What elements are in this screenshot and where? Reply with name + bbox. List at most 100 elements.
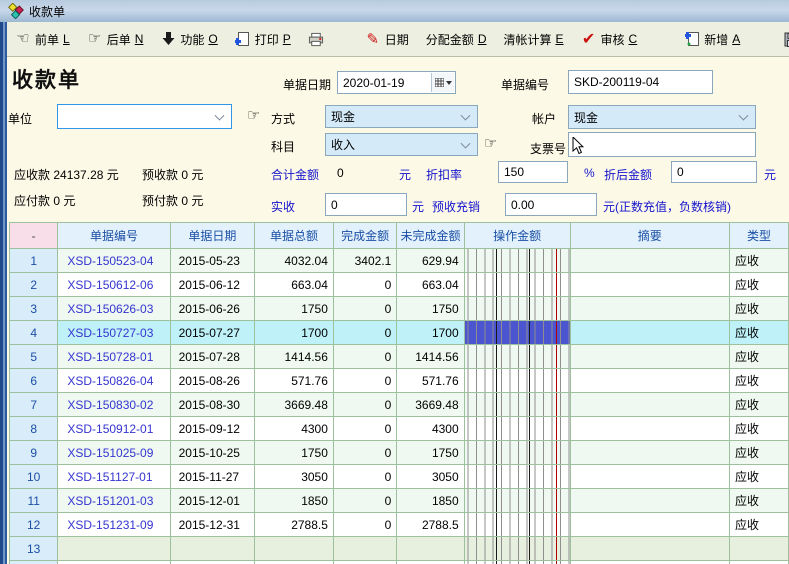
op-amount-cell[interactable]: [464, 345, 570, 369]
row-number-cell[interactable]: 5: [10, 345, 58, 369]
printer-button[interactable]: [308, 31, 328, 47]
op-amount-cell[interactable]: [464, 297, 570, 321]
table-row[interactable]: 1 XSD-150523-04 2015-05-23 4032.04 3402.…: [10, 249, 789, 273]
pre-offset-unit: 元(正数充值，负数核销): [603, 198, 731, 215]
picker-hand-icon-subject[interactable]: ☞: [484, 134, 497, 152]
doc-date-field[interactable]: 2020-01-19: [337, 71, 456, 94]
op-amount-cell[interactable]: [464, 369, 570, 393]
doc-total-cell: 571.76: [255, 369, 334, 393]
doc-no-link-cell[interactable]: XSD-151201-03: [58, 489, 170, 513]
memo-cell[interactable]: [570, 417, 730, 441]
table-row[interactable]: 11 XSD-151201-03 2015-12-01 1850 0 1850 …: [10, 489, 789, 513]
op-amount-cell[interactable]: [464, 561, 570, 564]
doc-total-cell: 4032.04: [255, 249, 334, 273]
op-amount-cell[interactable]: [464, 537, 570, 561]
doc-no-link-cell[interactable]: XSD-150626-03: [58, 297, 170, 321]
row-number-cell[interactable]: 2: [10, 273, 58, 297]
audit-button[interactable]: ✔ 审核C: [581, 31, 638, 48]
row-number-cell[interactable]: 9: [10, 441, 58, 465]
doc-no-link-cell[interactable]: XSD-150728-01: [58, 345, 170, 369]
subject-combo[interactable]: 收入: [325, 133, 478, 156]
doc-no-link-cell[interactable]: XSD-151025-09: [58, 441, 170, 465]
clear-calc-button[interactable]: 清帐计算E: [503, 31, 563, 48]
op-amount-cell[interactable]: [464, 249, 570, 273]
discount-rate-field[interactable]: 150: [498, 161, 568, 183]
memo-cell[interactable]: [570, 321, 730, 345]
doc-no-link-cell[interactable]: XSD-151231-09: [58, 513, 170, 537]
row-number-cell[interactable]: 4: [10, 321, 58, 345]
row-number-cell[interactable]: 6: [10, 369, 58, 393]
op-amount-cell[interactable]: [464, 441, 570, 465]
op-amount-cell[interactable]: [464, 321, 570, 345]
new-doc-button[interactable]: 新增A: [684, 31, 740, 48]
op-amount-cell[interactable]: [464, 513, 570, 537]
memo-cell[interactable]: [570, 393, 730, 417]
doc-no-link-cell[interactable]: XSD-150727-03: [58, 321, 170, 345]
row-number-cell[interactable]: 10: [10, 465, 58, 489]
memo-cell[interactable]: [570, 249, 730, 273]
table-row[interactable]: 5 XSD-150728-01 2015-07-28 1414.56 0 141…: [10, 345, 789, 369]
op-amount-cell[interactable]: [464, 393, 570, 417]
row-number-cell[interactable]: 7: [10, 393, 58, 417]
pre-offset-field[interactable]: 0.00: [505, 193, 597, 216]
doc-no-link-cell[interactable]: XSD-150830-02: [58, 393, 170, 417]
doc-no-link-cell[interactable]: XSD-150826-04: [58, 369, 170, 393]
memo-cell[interactable]: [570, 465, 730, 489]
doc-no-link-cell[interactable]: XSD-150912-01: [58, 417, 170, 441]
done-amount-cell: 0: [333, 417, 396, 441]
table-row[interactable]: 2 XSD-150612-06 2015-06-12 663.04 0 663.…: [10, 273, 789, 297]
method-combo[interactable]: 现金: [325, 105, 478, 128]
table-row[interactable]: 6 XSD-150826-04 2015-08-26 571.76 0 571.…: [10, 369, 789, 393]
doc-date-cell: 2015-06-12: [170, 273, 254, 297]
memo-cell[interactable]: [570, 369, 730, 393]
row-number-cell[interactable]: 11: [10, 489, 58, 513]
picker-hand-icon-method[interactable]: ☞: [247, 106, 260, 124]
memo-cell[interactable]: [570, 441, 730, 465]
op-amount-cell[interactable]: [464, 273, 570, 297]
window-icon: [8, 3, 24, 19]
table-row[interactable]: 4 XSD-150727-03 2015-07-27 1700 0 1700 应…: [10, 321, 789, 345]
account-combo[interactable]: 现金: [568, 105, 756, 129]
op-amount-cell[interactable]: [464, 489, 570, 513]
memo-cell[interactable]: [570, 489, 730, 513]
doc-no-link-cell[interactable]: XSD-150523-04: [58, 249, 170, 273]
op-amount-cell[interactable]: [464, 417, 570, 441]
doc-no-link-cell[interactable]: XSD-151127-01: [58, 465, 170, 489]
save-button[interactable]: 保: [783, 31, 789, 48]
row-number-cell[interactable]: 13: [10, 537, 58, 561]
table-row[interactable]: 8 XSD-150912-01 2015-09-12 4300 0 4300 应…: [10, 417, 789, 441]
doc-date-cell: 2015-08-30: [170, 393, 254, 417]
unit-combo[interactable]: [57, 104, 232, 129]
cheque-no-field[interactable]: [568, 132, 756, 157]
allocate-amount-button[interactable]: 分配金额D: [426, 31, 487, 48]
row-number-cell[interactable]: 3: [10, 297, 58, 321]
date-button[interactable]: ✎ 日期: [365, 31, 409, 48]
memo-cell[interactable]: [570, 297, 730, 321]
table-row[interactable]: 12 XSD-151231-09 2015-12-31 2788.5 0 278…: [10, 513, 789, 537]
next-doc-button[interactable]: ☞ 后单N: [87, 31, 144, 48]
memo-cell[interactable]: [570, 345, 730, 369]
row-number-cell[interactable]: 1: [10, 249, 58, 273]
table-row[interactable]: 7 XSD-150830-02 2015-08-30 3669.48 0 366…: [10, 393, 789, 417]
row-number-cell[interactable]: [10, 561, 58, 564]
row-number-cell[interactable]: 12: [10, 513, 58, 537]
table-row[interactable]: 10 XSD-151127-01 2015-11-27 3050 0 3050 …: [10, 465, 789, 489]
prev-doc-label: 前单: [35, 31, 59, 48]
memo-cell[interactable]: [570, 273, 730, 297]
op-amount-cell[interactable]: [464, 465, 570, 489]
actual-field[interactable]: 0: [325, 193, 407, 216]
print-button[interactable]: 打印P: [235, 31, 291, 48]
memo-cell[interactable]: [570, 537, 730, 561]
doc-no-link-cell[interactable]: [58, 537, 170, 561]
functions-button[interactable]: 功能O: [160, 31, 217, 48]
prev-doc-button[interactable]: ☜ 前单L: [15, 31, 70, 48]
memo-cell[interactable]: [570, 513, 730, 537]
doc-no-field[interactable]: SKD-200119-04: [568, 70, 713, 94]
table-row[interactable]: 9 XSD-151025-09 2015-10-25 1750 0 1750 应…: [10, 441, 789, 465]
row-number-cell[interactable]: 8: [10, 417, 58, 441]
doc-no-link-cell[interactable]: XSD-150612-06: [58, 273, 170, 297]
discounted-field[interactable]: 0: [671, 161, 757, 183]
table-row[interactable]: 3 XSD-150626-03 2015-06-26 1750 0 1750 应…: [10, 297, 789, 321]
calendar-dropdown-button[interactable]: [431, 73, 454, 92]
table-row[interactable]: 13: [10, 537, 789, 561]
